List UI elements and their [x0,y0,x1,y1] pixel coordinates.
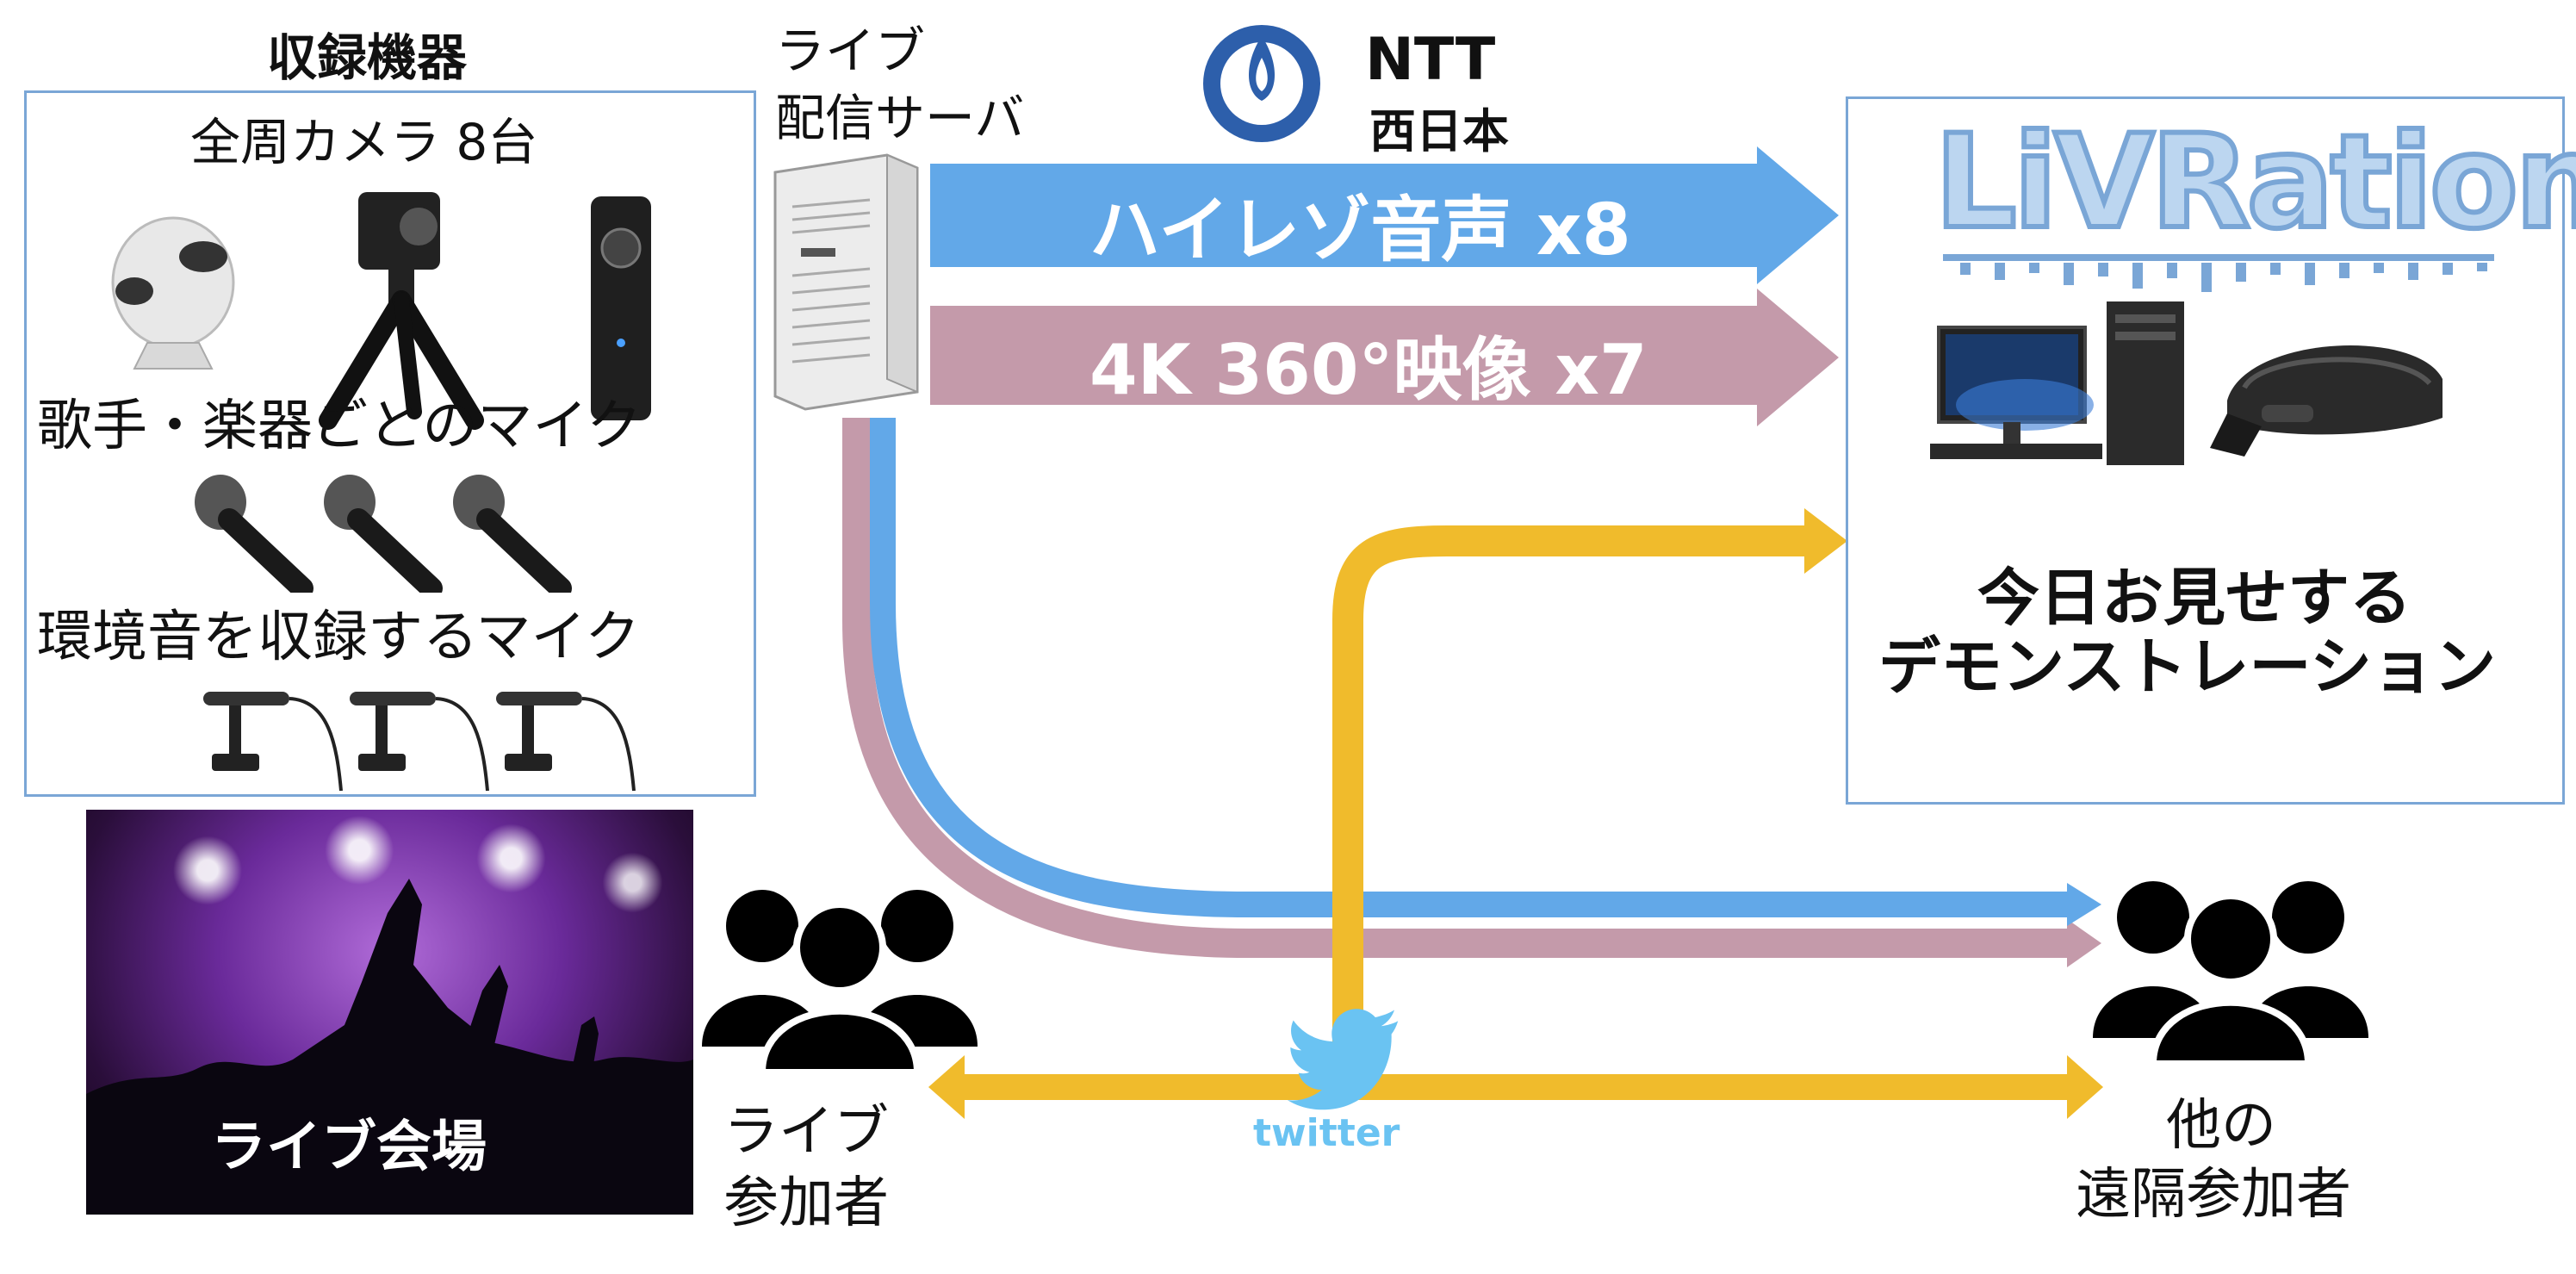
audio-arrow-label: ハイレゾ音声 x8 [1089,190,1631,271]
demo-line2: デモンストレーション [1878,631,2497,703]
ambient-mics-label: 環境音を収録するマイク [37,606,641,669]
local-participants-line1: ライブ [723,1100,889,1164]
social-flow-to-demo [1332,525,1809,1068]
stand-mic-icon [350,692,489,792]
vocal-mics-label: 歌手・楽器ごとのマイク [37,395,642,458]
social-flow-right-arrowhead [2067,1055,2103,1119]
local-participants-icon [702,890,978,1072]
ntt-sub: 西日本 [1369,104,1509,158]
twitter-label: twitter [1253,1111,1400,1155]
remote-participants-line1: 他の [2166,1094,2276,1158]
stand-mic-icon [203,692,343,792]
venue-photo: ライブ会場 [86,810,693,1215]
social-flow-demo-arrowhead [1804,508,1847,574]
handheld-mic-icon [195,475,313,593]
remote-participants-icon [2093,881,2368,1064]
remote-participants-line2: 遠隔参加者 [2076,1163,2351,1227]
logo-equalizer-icon [1943,254,2494,292]
stand-mic-icon [496,692,636,792]
twitter-bird-icon [1287,1009,1399,1110]
video-arrow-label: 4K 360°映像 x7 [1089,330,1648,410]
server-label-line2: 配信サーバ [775,89,1025,147]
stand-mic-icons [203,692,636,792]
handheld-mic-icon [453,475,572,593]
local-participants-line2: 参加者 [723,1171,889,1235]
spherical-camera-icon [111,216,235,370]
livration-box: LiVRation 今日お見せする デモンストレーション [1846,96,2576,805]
livration-logo-text: LiVRation [1932,105,2576,260]
handheld-mic-icons [195,475,572,593]
vr-headset-icon [2210,345,2443,457]
equipment-box: 全周カメラ 8台 歌手・楽器ごとのマイク 環境音を収録するマイク [24,90,756,797]
server-label-line1: ライブ [775,22,926,80]
equipment-title: 収録機器 [267,28,468,87]
ntt-name: NTT [1365,26,1496,94]
ntt-logo-icon [1203,25,1320,142]
venue-label: ライブ会場 [211,1116,487,1179]
desktop-pc-icon [1930,301,2184,465]
server-icon [773,153,919,411]
handheld-mic-icon [324,475,443,593]
livration-logo: LiVRation [1932,105,2576,260]
